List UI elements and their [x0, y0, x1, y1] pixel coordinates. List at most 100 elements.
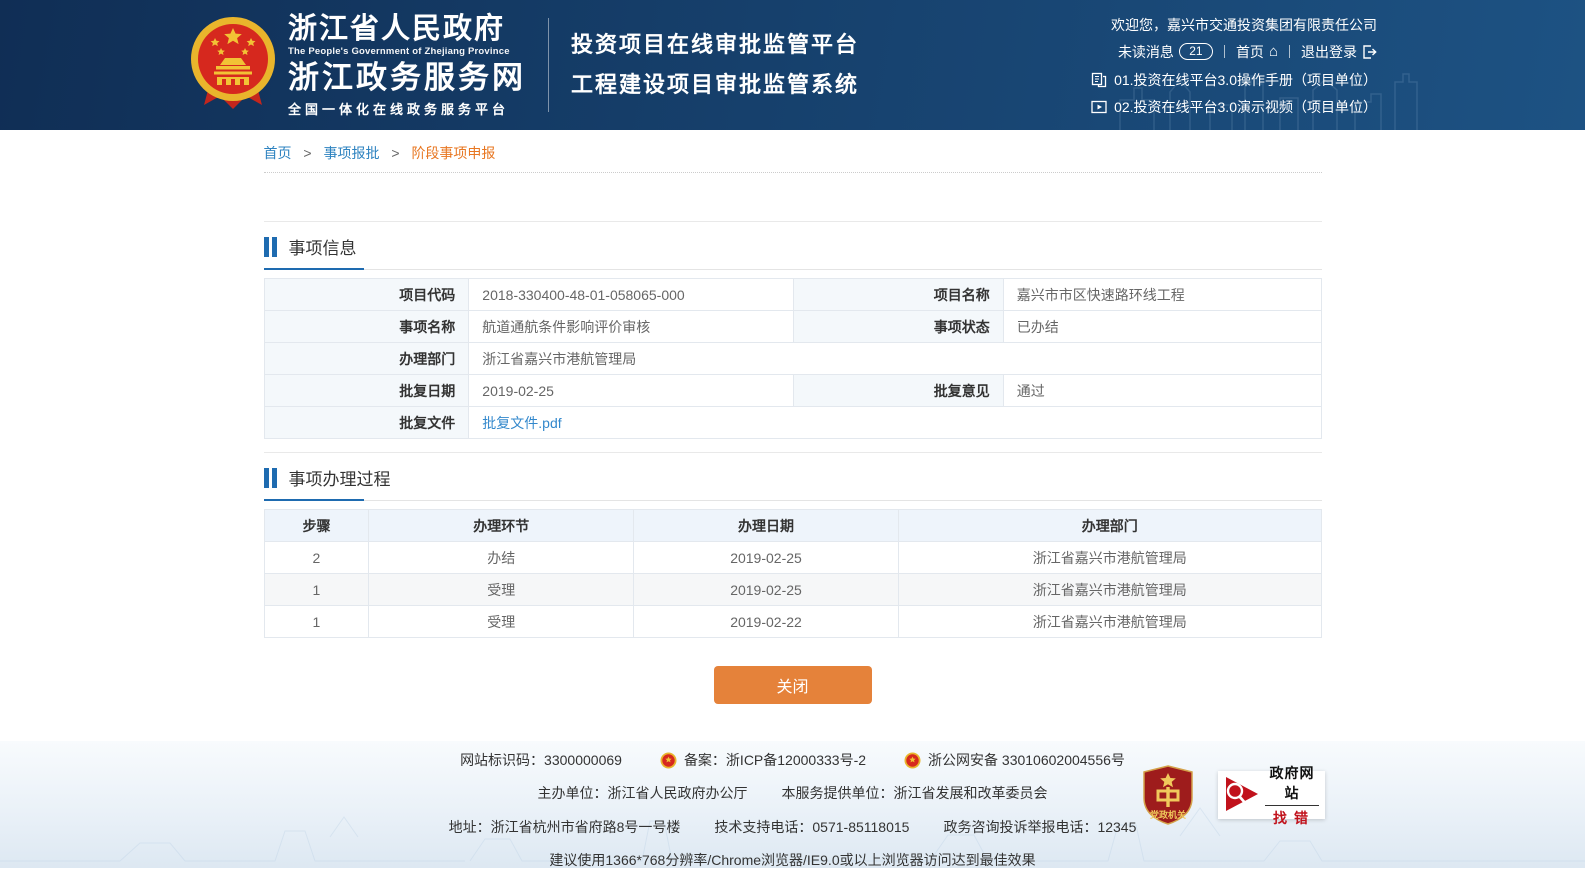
- date-cell: 2019-02-22: [634, 606, 899, 638]
- step-cell: 2: [264, 542, 369, 574]
- tech-phone-text: 技术支持电话：0571-85118015: [714, 817, 909, 837]
- title-bar-icon: [264, 468, 269, 488]
- portal-subtitle: 全国一体化在线政务服务平台: [288, 99, 526, 118]
- error-badge-title: 政府网站: [1265, 763, 1319, 806]
- close-button[interactable]: 关闭: [714, 666, 872, 704]
- column-department: 办理部门: [898, 510, 1321, 542]
- section-title-text: 事项办理过程: [289, 465, 391, 490]
- process-section: 事项办理过程 步骤 办理环节 办理日期 办理部门 2 办结 2019-02-25…: [264, 452, 1322, 638]
- department-cell: 浙江省嘉兴市港航管理局: [898, 606, 1321, 638]
- svg-text:党政机关: 党政机关: [1150, 809, 1186, 820]
- table-header-row: 步骤 办理环节 办理日期 办理部门: [264, 510, 1321, 542]
- table-row: 办理部门 浙江省嘉兴市港航管理局: [264, 343, 1321, 375]
- project-code-value: 2018-330400-48-01-058065-000: [469, 279, 794, 311]
- address-text: 地址：浙江省杭州市省府路8号一号楼: [449, 817, 681, 837]
- approval-date-value: 2019-02-25: [469, 375, 794, 407]
- icp-record-text: 备案：浙ICP备12000333号-2: [684, 750, 866, 770]
- breadcrumb-current: 阶段事项申报: [411, 145, 495, 161]
- gov-name: 浙江省人民政府: [288, 13, 526, 45]
- approval-file-label: 批复文件: [264, 407, 469, 439]
- table-row: 事项名称 航道通航条件影响评价审核 事项状态 已办结: [264, 311, 1321, 343]
- department-label: 办理部门: [264, 343, 469, 375]
- breadcrumb: 首页 > 事项报批 > 阶段事项申报: [264, 130, 1322, 173]
- process-table: 步骤 办理环节 办理日期 办理部门 2 办结 2019-02-25 浙江省嘉兴市…: [264, 509, 1322, 638]
- title-bar-icon: [264, 237, 269, 257]
- footer-line-credentials: 网站标识码：3300000069 备案：浙ICP备12000333号-2 浙公网…: [0, 741, 1585, 770]
- logout-icon: [1362, 45, 1377, 59]
- footer-line-contact: 地址：浙江省杭州市省府路8号一号楼 技术支持电话：0571-85118015 政…: [0, 817, 1585, 837]
- welcome-text: 欢迎您，嘉兴市交通投资集团有限责任公司: [1091, 15, 1377, 35]
- table-row: 批复日期 2019-02-25 批复意见 通过: [264, 375, 1321, 407]
- breadcrumb-separator: >: [303, 145, 311, 161]
- organizer-text: 主办单位：浙江省人民政府办公厅: [538, 783, 748, 803]
- home-icon: ⌂: [1269, 42, 1278, 62]
- approval-opinion-value: 通过: [1003, 375, 1321, 407]
- item-status-value: 已办结: [1003, 311, 1321, 343]
- home-link[interactable]: 首页 ⌂: [1236, 42, 1278, 62]
- main-content: 首页 > 事项报批 > 阶段事项申报 事项信息 项目代码 2018-330400…: [264, 130, 1322, 704]
- section-title-text: 事项信息: [289, 234, 357, 259]
- security-record-text: 浙公网安备 33010602004556号: [928, 750, 1125, 770]
- department-cell: 浙江省嘉兴市港航管理局: [898, 542, 1321, 574]
- item-name-value: 航道通航条件影响评价审核: [469, 311, 794, 343]
- breadcrumb-home[interactable]: 首页: [264, 145, 292, 161]
- step-cell: 1: [264, 606, 369, 638]
- system-title-line2: 工程建设项目审批监管系统: [571, 65, 859, 105]
- gov-name-en: The People's Government of Zhejiang Prov…: [288, 46, 526, 57]
- system-titles: 投资项目在线审批监管平台 工程建设项目审批监管系统: [571, 25, 859, 105]
- stage-cell: 受理: [369, 574, 634, 606]
- breadcrumb-item-approval[interactable]: 事项报批: [323, 145, 379, 161]
- logout-link[interactable]: 退出登录: [1301, 42, 1377, 62]
- table-row: 1 受理 2019-02-25 浙江省嘉兴市港航管理局: [264, 574, 1321, 606]
- approval-date-label: 批复日期: [264, 375, 469, 407]
- footer-line-organizer: 主办单位：浙江省人民政府办公厅 本服务提供单位：浙江省发展和改革委员会: [0, 783, 1585, 803]
- stage-cell: 办结: [369, 542, 634, 574]
- unread-count-badge[interactable]: 21: [1179, 43, 1213, 60]
- date-cell: 2019-02-25: [634, 574, 899, 606]
- system-title-line1: 投资项目在线审批监管平台: [571, 25, 859, 65]
- unread-messages-link[interactable]: 未读消息 21: [1118, 42, 1213, 62]
- security-emblem-icon: [904, 752, 921, 769]
- portal-name: 浙江政务服务网: [288, 60, 526, 96]
- breadcrumb-separator: >: [391, 145, 399, 161]
- website-error-report-badge[interactable]: 政府网站 找错: [1218, 771, 1325, 819]
- national-emblem-icon: [190, 15, 276, 115]
- divider: [1289, 45, 1290, 58]
- manual-link[interactable]: 01.投资在线平台3.0操作手册（项目单位）: [1114, 71, 1377, 89]
- project-name-value: 嘉兴市市区快速路环线工程: [1003, 279, 1321, 311]
- site-id-text: 网站标识码：3300000069: [460, 750, 622, 770]
- table-row: 1 受理 2019-02-22 浙江省嘉兴市港航管理局: [264, 606, 1321, 638]
- project-code-label: 项目代码: [264, 279, 469, 311]
- stage-cell: 受理: [369, 606, 634, 638]
- item-info-table: 项目代码 2018-330400-48-01-058065-000 项目名称 嘉…: [264, 278, 1322, 439]
- page-footer: 网站标识码：3300000069 备案：浙ICP备12000333号-2 浙公网…: [0, 741, 1585, 868]
- complaint-phone-text: 政务咨询投诉举报电话：12345: [943, 817, 1136, 837]
- item-status-label: 事项状态: [794, 311, 1004, 343]
- column-date: 办理日期: [634, 510, 899, 542]
- project-name-label: 项目名称: [794, 279, 1004, 311]
- step-cell: 1: [264, 574, 369, 606]
- table-row: 批复文件 批复文件.pdf: [264, 407, 1321, 439]
- record-emblem-icon: [660, 752, 677, 769]
- site-logo: 浙江省人民政府 The People's Government of Zheji…: [190, 13, 526, 118]
- item-info-section: 事项信息 项目代码 2018-330400-48-01-058065-000 项…: [264, 221, 1322, 439]
- divider: [1224, 45, 1225, 58]
- header-user-area: 欢迎您，嘉兴市交通投资集团有限责任公司 未读消息 21 首页 ⌂ 退出登录: [1091, 15, 1377, 116]
- find-error-magnifier-icon: [1222, 774, 1260, 817]
- department-value: 浙江省嘉兴市港航管理局: [469, 343, 1321, 375]
- title-bar-icon: [272, 237, 277, 257]
- page-header: 浙江省人民政府 The People's Government of Zheji…: [0, 0, 1585, 130]
- party-gov-badge[interactable]: 党政机关: [1141, 765, 1195, 828]
- approval-file-link[interactable]: 批复文件.pdf: [482, 415, 561, 431]
- table-row: 项目代码 2018-330400-48-01-058065-000 项目名称 嘉…: [264, 279, 1321, 311]
- manual-doc-icon: [1091, 72, 1107, 88]
- title-bar-icon: [272, 468, 277, 488]
- video-play-icon: [1091, 100, 1107, 114]
- browser-tip-text: 建议使用1366*768分辨率/Chrome浏览器/IE9.0或以上浏览器访问达…: [0, 850, 1585, 868]
- unread-label: 未读消息: [1118, 42, 1174, 62]
- home-link-label: 首页: [1236, 42, 1264, 62]
- video-link[interactable]: 02.投资在线平台3.0演示视频（项目单位）: [1114, 98, 1377, 116]
- provider-text: 本服务提供单位：浙江省发展和改革委员会: [782, 783, 1048, 803]
- process-section-title: 事项办理过程: [264, 453, 1322, 501]
- department-cell: 浙江省嘉兴市港航管理局: [898, 574, 1321, 606]
